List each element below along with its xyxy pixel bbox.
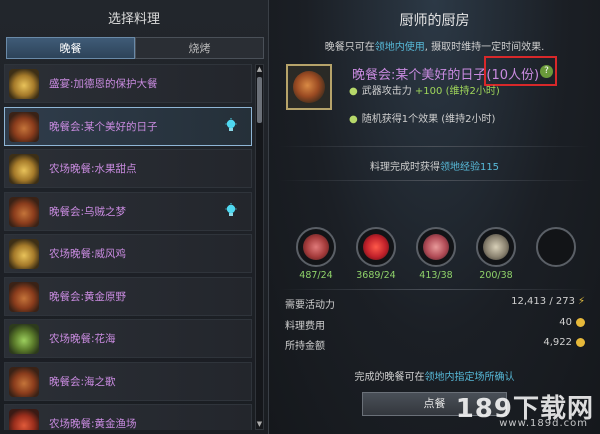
effect-weapon-attack: ● 武器攻击力 +100 (维持2小时) (349, 86, 500, 97)
raw-steak-ingredient-icon[interactable] (416, 227, 456, 267)
sea-song-dish-icon (9, 366, 39, 397)
kitchen-subtitle: 晚餐只可在领地内使用, 摄取时维持一定时间效果. (324, 42, 545, 53)
recipe-name: 晚餐会:乌贼之梦 (49, 205, 127, 218)
recipe-list-item[interactable]: 晚餐会:黄金原野 (4, 276, 252, 316)
category-tabs: 晚餐 烧烤 (6, 37, 264, 59)
kitchen-title: 厨师的厨房 (399, 13, 470, 29)
recipe-name: 晚餐会:海之歌 (49, 375, 116, 388)
recipe-name: 农场晚餐:黄金渔场 (49, 418, 137, 430)
lightbulb-icon (225, 117, 237, 131)
exp-reward-text: 料理完成时获得领地经验115 (369, 162, 500, 173)
dinner-dish-icon (9, 111, 39, 142)
recipe-list-item[interactable]: 盛宴:加德恩的保护大餐 (4, 64, 252, 103)
golden-fishery-dish-icon (9, 409, 39, 430)
recipe-list-scrollbar[interactable]: ▲ ▼ (255, 64, 264, 430)
lightbulb-icon (225, 202, 237, 216)
fruit-dessert-icon (9, 154, 39, 184)
recipe-selection-panel: 选择料理 晚餐 烧烤 盛宴:加德恩的保护大餐 晚餐会:某个美好的日子 农场晚餐:水果… (0, 0, 269, 434)
gold-coin-icon (576, 337, 585, 347)
recipe-list-item[interactable]: 农场晚餐:黄金渔场 (4, 404, 252, 430)
energy-bolt-icon: ⚡ (577, 296, 585, 307)
scroll-up-arrow-icon[interactable]: ▲ (256, 65, 263, 74)
divider (279, 289, 590, 290)
divider (279, 180, 590, 181)
recipe-list-item[interactable]: 晚餐会:乌贼之梦 (4, 191, 252, 231)
recipe-list-item[interactable]: 晚餐会:海之歌 (4, 361, 252, 401)
empty-ingredient-slot (536, 227, 576, 267)
recipe-name: 农场晚餐:水果甜点 (49, 163, 137, 175)
berries-ingredient-icon[interactable] (356, 227, 396, 267)
fish-ingredient-icon[interactable] (476, 227, 516, 267)
scroll-down-arrow-icon[interactable]: ▼ (256, 420, 263, 429)
feast-dish-icon (9, 69, 39, 99)
activity-cost-row: 需要活动力 12,413 / 273 ⚡ (285, 296, 585, 311)
squid-dish-icon (9, 196, 39, 227)
recipe-list-item[interactable]: 晚餐会:某个美好的日子 (4, 106, 252, 146)
completion-note: 完成的晚餐可在领地内指定场所确认 (354, 372, 515, 383)
recipe-list: 盛宴:加德恩的保护大餐 晚餐会:某个美好的日子 农场晚餐:水果甜点 晚餐会:乌贼之梦农… (4, 64, 254, 430)
meat-ingredient-icon[interactable] (296, 227, 336, 267)
ingredient-count: 200/38 (479, 270, 513, 281)
recipe-name: 农场晚餐:花海 (49, 333, 116, 345)
tab-grill[interactable]: 烧烤 (135, 37, 264, 59)
chicken-dish-icon (9, 239, 39, 269)
recipe-name: 晚餐会:黄金原野 (49, 290, 127, 303)
effect-random-buff: ● 随机获得1个效果 (维持2小时) (349, 114, 496, 125)
flower-sea-dish-icon (9, 324, 39, 354)
tab-dinner[interactable]: 晚餐 (6, 37, 135, 59)
ingredient-count: 487/24 (299, 270, 333, 281)
gold-owned-row: 所持金额 4,922 (285, 337, 585, 352)
panel-title: 选择料理 (107, 12, 160, 27)
cooking-fee-row: 料理费用 40 (285, 317, 585, 332)
kitchen-detail-panel: 厨师的厨房 晚餐只可在领地内使用, 摄取时维持一定时间效果. 晚餐会:某个美好的… (269, 0, 600, 434)
divider (279, 146, 590, 147)
golden-field-dish-icon (9, 281, 39, 312)
ingredient-count: 413/38 (419, 270, 453, 281)
selected-dish-icon (286, 64, 332, 110)
recipe-name: 盛宴:加德恩的保护大餐 (49, 78, 158, 90)
recipe-name: 农场晚餐:威风鸡 (49, 248, 127, 260)
recipe-list-item[interactable]: 农场晚餐:水果甜点 (4, 149, 252, 188)
gold-coin-icon (576, 317, 585, 327)
recipe-list-item[interactable]: 农场晚餐:花海 (4, 319, 252, 358)
ingredient-count: 3689/24 (356, 270, 396, 281)
recipe-name: 晚餐会:某个美好的日子 (49, 120, 158, 133)
recipe-list-item[interactable]: 农场晚餐:威风鸡 (4, 234, 252, 273)
scroll-thumb[interactable] (257, 77, 262, 123)
watermark-url: www.189d.com (499, 418, 588, 429)
